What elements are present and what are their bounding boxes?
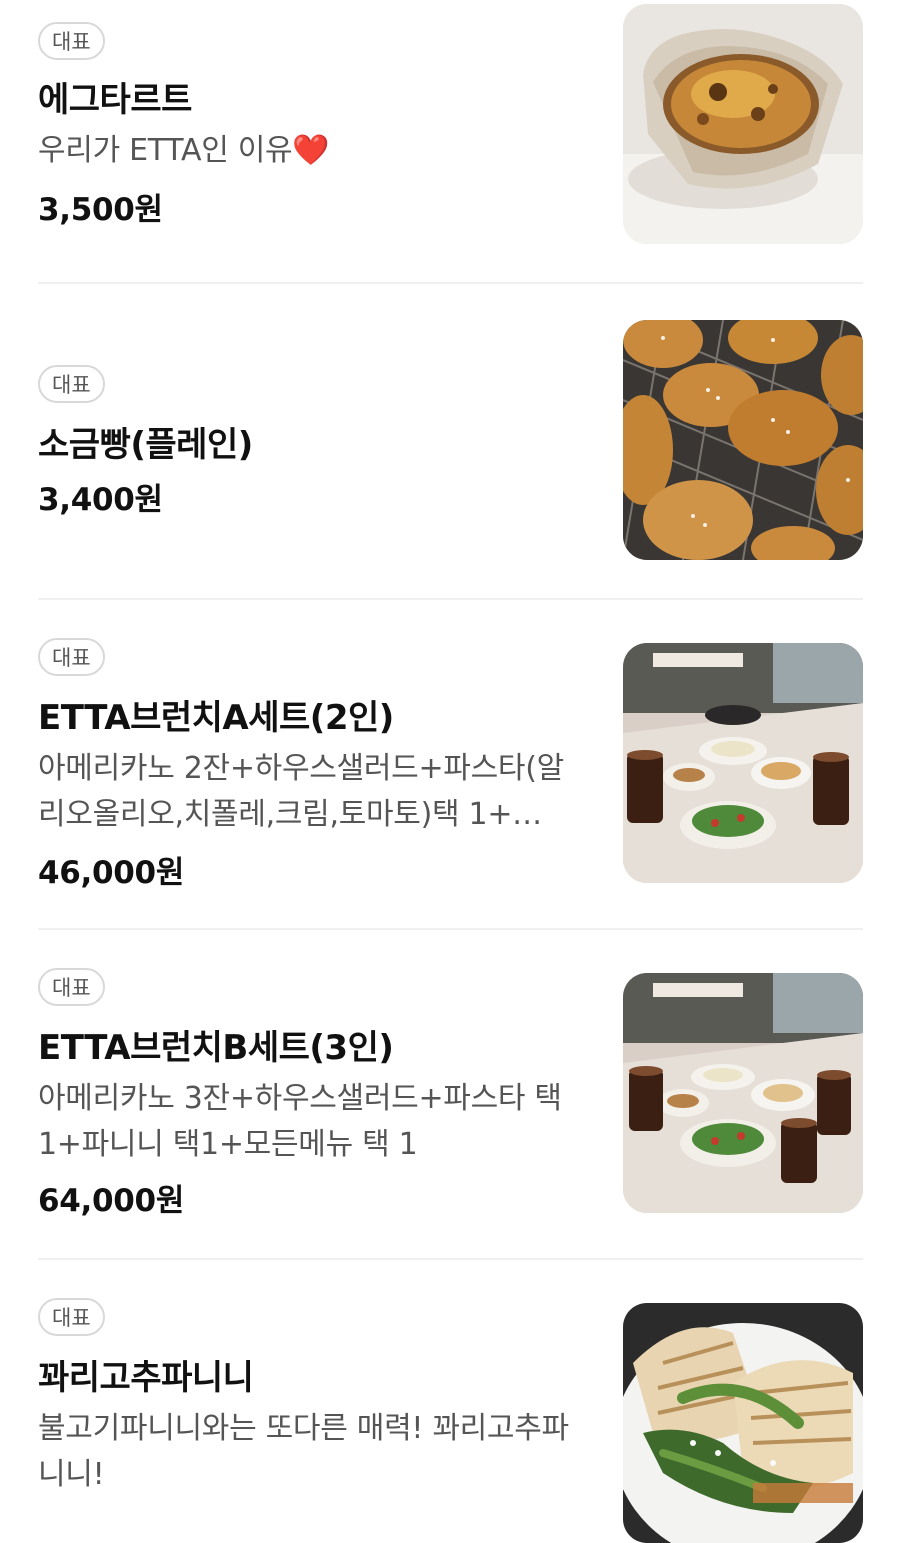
item-price: 64,000원 (38, 1183, 185, 1219)
panini-photo[interactable] (623, 1303, 863, 1543)
brunch-set-photo[interactable] (623, 643, 863, 883)
egg-tart-photo[interactable] (623, 4, 863, 244)
item-description: 아메리카노 2잔+하우스샐러드+파스타(알리오올리오,치폴레,크림,토마토)택 … (38, 751, 564, 832)
item-price: 3,500원 (38, 192, 163, 228)
menu-item[interactable]: 대표 소금빵(플레인) 3,400원 (38, 284, 863, 598)
item-name: ETTA브런치A세트(2인) (38, 698, 394, 738)
item-description-text: 우리가 ETTA인 이유 (38, 133, 293, 168)
signature-badge: 대표 (38, 638, 105, 676)
item-description: 우리가 ETTA인 이유❤️ (38, 128, 590, 174)
menu-item[interactable]: 대표 ETTA브런치B세트(3인) 아메리카노 3잔+하우스샐러드+파스타 택1… (38, 930, 863, 1258)
menu-item[interactable]: 대표 ETTA브런치A세트(2인) 아메리카노 2잔+하우스샐러드+파스타(알리… (38, 600, 863, 928)
menu-list: 대표 에그타르트 우리가 ETTA인 이유❤️ 3,500원 대표 소금빵(플레… (0, 0, 900, 1543)
item-name: ETTA브런치B세트(3인) (38, 1028, 394, 1068)
signature-badge: 대표 (38, 1298, 105, 1336)
salt-bread-photo[interactable] (623, 320, 863, 560)
item-name: 소금빵(플레인) (38, 425, 253, 465)
brunch-set-photo[interactable] (623, 973, 863, 1213)
item-name: 에그타르트 (38, 80, 192, 120)
item-description: 아메리카노 3잔+하우스샐러드+파스타 택1+파니니 택1+모든메뉴 택 1 (38, 1081, 562, 1162)
item-price: 46,000원 (38, 855, 185, 891)
signature-badge: 대표 (38, 22, 105, 60)
menu-item[interactable]: 대표 에그타르트 우리가 ETTA인 이유❤️ 3,500원 (38, 0, 863, 282)
signature-badge: 대표 (38, 365, 105, 403)
heart-icon: ❤️ (292, 133, 330, 168)
menu-item[interactable]: 대표 꽈리고추파니니 불고기파니니와는 또다른 매력! 꽈리고추파니니! (38, 1260, 863, 1543)
item-description: 불고기파니니와는 또다른 매력! 꽈리고추파니니! (38, 1411, 569, 1492)
item-price: 3,400원 (38, 482, 163, 518)
item-name: 꽈리고추파니니 (38, 1358, 254, 1398)
signature-badge: 대표 (38, 968, 105, 1006)
